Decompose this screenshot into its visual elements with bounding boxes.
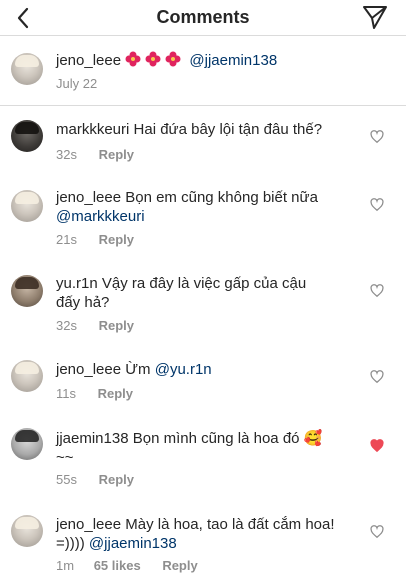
reply-button[interactable]: Reply (99, 318, 134, 333)
page-title: Comments (156, 7, 250, 27)
comment-body: Ừm (125, 361, 151, 378)
caption-date: July 22 (56, 76, 98, 91)
comment-text: markkkeuri Hai đứa bây lội tận đâu thế? (56, 120, 322, 140)
heart-icon[interactable] (370, 130, 384, 144)
likes-count[interactable]: 65 likes (94, 558, 141, 573)
comment-time: 21s (56, 232, 77, 247)
comment-time: 11s (56, 386, 76, 401)
caption-username[interactable]: jeno_leee (56, 52, 121, 69)
comment-text-line2: =)))) @jjaemin138 (56, 534, 177, 554)
comment-item: jeno_leee Bọn em cũng không biết nữa @ma… (0, 185, 406, 267)
comment-username[interactable]: jeno_leee (56, 361, 121, 378)
reply-button[interactable]: Reply (99, 232, 134, 247)
paper-plane-icon (363, 6, 387, 29)
heart-icon[interactable] (370, 198, 384, 212)
reply-button[interactable]: Reply (98, 386, 133, 401)
heart-icon[interactable] (370, 439, 384, 453)
comment-text-line2: ~~ (56, 449, 74, 466)
comment-body-line2: =)))) (56, 535, 85, 552)
comment-body: Bọn em cũng không biết nữa (125, 189, 318, 206)
comment-meta: 1m 65 likes Reply (56, 558, 198, 573)
avatar[interactable] (11, 53, 43, 85)
comment-item: yu.r1n Vậy ra đây là việc gấp của cậu đấ… (0, 267, 406, 355)
avatar[interactable] (11, 428, 43, 460)
comment-body: Mày là hoa, tao là đất cắm hoa! (125, 516, 335, 533)
comment-meta: 11s Reply (56, 386, 133, 401)
send-button[interactable] (362, 4, 388, 30)
hibiscus-icon (125, 51, 141, 67)
comment-time: 32s (56, 318, 77, 333)
comment-body: Vậy ra đây là việc gấp của cậu (101, 275, 307, 292)
avatar[interactable] (11, 120, 43, 152)
comment-text: jeno_leee Bọn em cũng không biết nữa (56, 188, 318, 208)
reply-button[interactable]: Reply (99, 147, 134, 162)
comment-text: jjaemin138 Bọn mình cũng là hoa đó 🥰 (56, 429, 322, 449)
comment-item: markkkeuri Hai đứa bây lội tận đâu thế? … (0, 107, 406, 185)
comment-body: Bọn mình cũng là hoa đó (132, 430, 300, 447)
comment-username[interactable]: jeno_leee (56, 516, 121, 533)
heart-icon[interactable] (370, 284, 384, 298)
comment-username[interactable]: jjaemin138 (56, 430, 129, 447)
comment-mention[interactable]: @markkkeuri (56, 208, 145, 225)
comment-meta: 55s Reply (56, 472, 134, 487)
hibiscus-icon (165, 51, 181, 67)
header-bar: Comments (0, 0, 406, 36)
comment-text: jeno_leee Mày là hoa, tao là đất cắm hoa… (56, 515, 335, 535)
comment-mention[interactable]: @yu.r1n (155, 361, 212, 378)
post-caption: jeno_leee @jjaemin138 July 22 (0, 36, 406, 106)
avatar[interactable] (11, 190, 43, 222)
comment-item: jeno_leee Ừm @yu.r1n 11s Reply (0, 355, 406, 419)
comment-username[interactable]: yu.r1n (56, 275, 98, 292)
comment-username[interactable]: markkkeuri (56, 121, 129, 138)
hibiscus-icon (145, 51, 161, 67)
comment-item: jjaemin138 Bọn mình cũng là hoa đó 🥰 ~~ … (0, 419, 406, 509)
heart-icon[interactable] (370, 525, 384, 539)
comment-body: Hai đứa bây lội tận đâu thế? (133, 121, 323, 138)
avatar[interactable] (11, 515, 43, 547)
avatar[interactable] (11, 275, 43, 307)
comment-text: jeno_leee Ừm @yu.r1n (56, 360, 212, 380)
comment-mention[interactable]: @jjaemin138 (89, 535, 177, 552)
comment-meta: 32s Reply (56, 147, 134, 162)
reply-button[interactable]: Reply (99, 472, 134, 487)
comment-username[interactable]: jeno_leee (56, 189, 121, 206)
comment-time: 32s (56, 147, 77, 162)
comment-text-line2: đấy hả? (56, 294, 110, 311)
comment-time: 1m (56, 558, 75, 573)
smiling-face-with-hearts-icon: 🥰 (303, 430, 323, 447)
comment-time: 55s (56, 472, 77, 487)
comment-meta: 21s Reply (56, 232, 134, 247)
comment-item: jeno_leee Mày là hoa, tao là đất cắm hoa… (0, 509, 406, 574)
heart-icon[interactable] (370, 370, 384, 384)
caption-mention[interactable]: @jjaemin138 (189, 52, 277, 69)
caption-text: jeno_leee @jjaemin138 (56, 51, 277, 71)
hibiscus-emoji (125, 51, 189, 69)
comment-meta: 32s Reply (56, 318, 134, 333)
comment-text: yu.r1n Vậy ra đây là việc gấp của cậu (56, 274, 306, 294)
reply-button[interactable]: Reply (162, 558, 197, 573)
comment-text-line2: @markkkeuri (56, 207, 145, 227)
avatar[interactable] (11, 360, 43, 392)
